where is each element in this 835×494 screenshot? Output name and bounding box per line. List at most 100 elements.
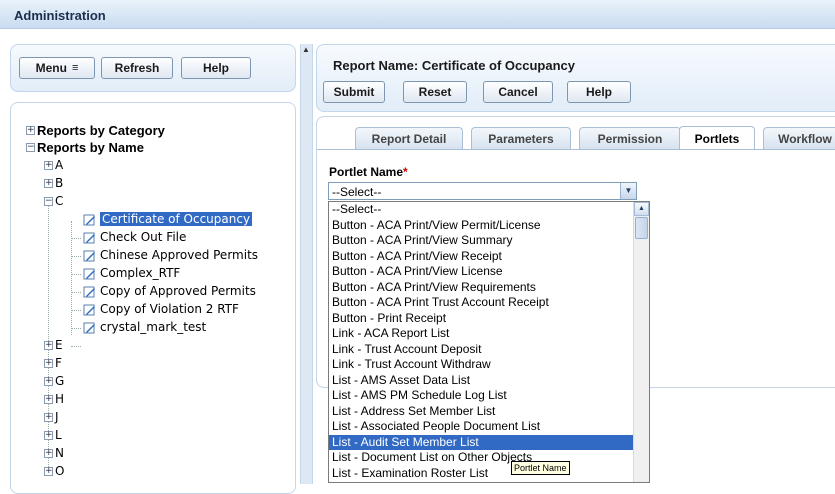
refresh-button[interactable]: Refresh bbox=[101, 57, 173, 79]
report-icon bbox=[83, 304, 95, 315]
collapse-icon[interactable]: − bbox=[26, 143, 35, 152]
dropdown-option[interactable]: Button - ACA Print/View License bbox=[329, 264, 649, 280]
dropdown-option-highlighted[interactable]: List - Audit Set Member List bbox=[329, 434, 649, 450]
tree-report-label: Certificate of Occupancy bbox=[100, 212, 253, 226]
tree-report-label: Copy of Approved Permits bbox=[100, 284, 256, 298]
tree-letter-e[interactable]: + E bbox=[44, 338, 63, 352]
dropdown-option[interactable]: Button - ACA Print/View Requirements bbox=[329, 280, 649, 296]
dropdown-option[interactable]: List - Document List on Other Objects bbox=[329, 450, 649, 466]
scroll-up-icon[interactable]: ▲ bbox=[634, 202, 649, 216]
tree-report-label: Check Out File bbox=[100, 230, 187, 244]
tree-letter-a[interactable]: + A bbox=[44, 158, 63, 172]
expand-icon[interactable]: + bbox=[26, 126, 35, 135]
panel-splitter[interactable]: ▲ bbox=[300, 44, 313, 484]
help-button-right[interactable]: Help bbox=[567, 81, 631, 103]
portlet-name-label: Portlet Name* bbox=[329, 165, 408, 179]
report-tree: + Reports by Category − Reports by Name … bbox=[10, 102, 296, 494]
tree-report-label: Chinese Approved Permits bbox=[100, 248, 259, 262]
dropdown-scrollbar[interactable]: ▲ bbox=[633, 202, 649, 482]
tree-report-item[interactable]: Complex_RTF bbox=[83, 266, 180, 280]
collapse-icon[interactable]: − bbox=[44, 196, 53, 206]
tab-portlets[interactable]: Portlets bbox=[679, 126, 755, 150]
dropdown-arrow-icon[interactable]: ▼ bbox=[620, 183, 636, 199]
dropdown-option[interactable]: Button - Print Receipt bbox=[329, 311, 649, 327]
tree-letter-label: E bbox=[55, 338, 63, 352]
tree-letter-n[interactable]: + N bbox=[44, 446, 64, 460]
tree-report-item[interactable]: Certificate of Occupancy bbox=[83, 212, 253, 226]
tree-letter-label: F bbox=[55, 356, 62, 370]
expand-icon[interactable]: + bbox=[44, 160, 53, 170]
portlet-name-select[interactable]: --Select-- ▼ bbox=[328, 182, 637, 200]
menu-icon: ≡ bbox=[71, 62, 79, 74]
tree-letter-j[interactable]: + J bbox=[44, 410, 59, 424]
tree-report-item[interactable]: Chinese Approved Permits bbox=[83, 248, 258, 262]
expand-icon[interactable]: + bbox=[44, 394, 53, 404]
expand-icon[interactable]: + bbox=[44, 466, 53, 476]
report-icon bbox=[83, 232, 95, 243]
dropdown-option[interactable]: Button - ACA Print Trust Account Receipt bbox=[329, 295, 649, 311]
tree-report-item[interactable]: Copy of Violation 2 RTF bbox=[83, 302, 239, 316]
tree-node-by-category[interactable]: + Reports by Category bbox=[26, 123, 165, 138]
expand-icon[interactable]: + bbox=[44, 412, 53, 422]
tree-letter-b[interactable]: + B bbox=[44, 176, 63, 190]
tree-letter-label: L bbox=[55, 428, 62, 442]
dropdown-option[interactable]: --Select-- bbox=[329, 202, 649, 218]
tree-connector bbox=[71, 274, 81, 275]
tab-parameters[interactable]: Parameters bbox=[471, 127, 571, 149]
portlet-name-text: Portlet Name bbox=[329, 165, 404, 179]
tree-report-label: Complex_RTF bbox=[100, 266, 181, 280]
dropdown-option[interactable]: Link - ACA Report List bbox=[329, 326, 649, 342]
expand-icon[interactable]: + bbox=[44, 340, 53, 350]
expand-icon[interactable]: + bbox=[44, 358, 53, 368]
cancel-button[interactable]: Cancel bbox=[483, 81, 553, 103]
tree-letter-h[interactable]: + H bbox=[44, 392, 64, 406]
left-panel: Menu ≡ Refresh Help + Reports by Categor… bbox=[10, 44, 296, 494]
dropdown-option[interactable]: Button - ACA Print/View Summary bbox=[329, 233, 649, 249]
report-icon bbox=[83, 268, 95, 279]
dropdown-option[interactable]: List - AMS Asset Data List bbox=[329, 373, 649, 389]
tree-connector bbox=[71, 328, 81, 329]
menu-button[interactable]: Menu ≡ bbox=[19, 57, 95, 79]
tree-report-item[interactable]: Copy of Approved Permits bbox=[83, 284, 256, 298]
tab-divider bbox=[317, 149, 835, 150]
report-icon bbox=[83, 322, 95, 333]
tree-letter-f[interactable]: + F bbox=[44, 356, 62, 370]
reset-button[interactable]: Reset bbox=[403, 81, 467, 103]
expand-icon[interactable]: + bbox=[44, 430, 53, 440]
dropdown-option[interactable]: Link - Trust Account Withdraw bbox=[329, 357, 649, 373]
tree-letter-c[interactable]: − C bbox=[44, 194, 63, 208]
collapse-panel-icon[interactable]: ▲ bbox=[302, 46, 310, 54]
report-icon bbox=[83, 250, 95, 261]
tree-letter-label: B bbox=[55, 176, 64, 190]
tree-letter-o[interactable]: + O bbox=[44, 464, 64, 478]
report-icon bbox=[83, 286, 95, 297]
tab-report-detail[interactable]: Report Detail bbox=[355, 127, 463, 149]
tree-letter-label: A bbox=[55, 158, 64, 172]
expand-icon[interactable]: + bbox=[44, 448, 53, 458]
dropdown-option[interactable]: List - AMS PM Schedule Log List bbox=[329, 388, 649, 404]
tree-letter-g[interactable]: + G bbox=[44, 374, 64, 388]
dropdown-option[interactable]: List - Associated People Document List bbox=[329, 419, 649, 435]
tree-letter-l[interactable]: + L bbox=[44, 428, 62, 442]
submit-button[interactable]: Submit bbox=[323, 81, 385, 103]
help-button-left[interactable]: Help bbox=[181, 57, 251, 79]
dropdown-option[interactable]: List - Examination Roster List bbox=[329, 466, 649, 482]
dropdown-option[interactable]: Link - Trust Account Deposit bbox=[329, 342, 649, 358]
dropdown-option[interactable]: Button - ACA Print/View Permit/License bbox=[329, 218, 649, 234]
expand-icon[interactable]: + bbox=[44, 376, 53, 386]
tree-connector bbox=[71, 292, 81, 293]
portlet-select-value: --Select-- bbox=[332, 185, 382, 199]
tree-report-label: crystal_mark_test bbox=[100, 320, 207, 334]
tab-permission[interactable]: Permission bbox=[579, 127, 681, 149]
dropdown-option[interactable]: List - Address Set Member List bbox=[329, 404, 649, 420]
tree-letter-label: N bbox=[55, 446, 64, 460]
tab-workflow[interactable]: Workflow bbox=[763, 127, 835, 149]
scroll-thumb[interactable] bbox=[635, 217, 648, 239]
portlet-dropdown-list[interactable]: --Select-- Button - ACA Print/View Permi… bbox=[328, 201, 650, 483]
dropdown-option[interactable]: Button - ACA Print/View Receipt bbox=[329, 249, 649, 265]
expand-icon[interactable]: + bbox=[44, 178, 53, 188]
tree-report-item[interactable]: Check Out File bbox=[83, 230, 186, 244]
tree-connector bbox=[71, 346, 81, 347]
tree-report-item[interactable]: crystal_mark_test bbox=[83, 320, 206, 334]
tree-node-by-name[interactable]: − Reports by Name bbox=[26, 140, 144, 155]
